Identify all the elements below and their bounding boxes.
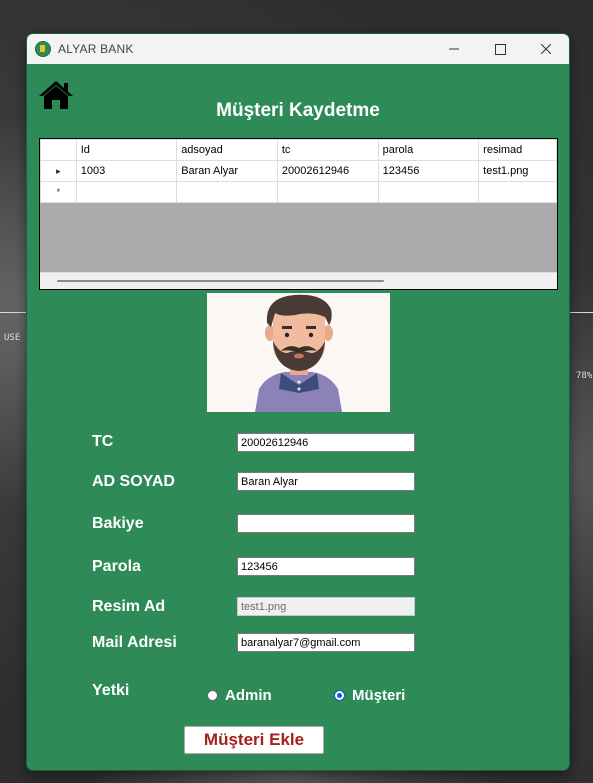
app-window: ALYAR BANK Müşteri Kaydetme Id adsoyad t… xyxy=(27,34,569,770)
column-header-tc[interactable]: tc xyxy=(276,139,379,161)
cell-resimad[interactable]: test1.png xyxy=(478,160,557,182)
bakiye-label: Bakiye xyxy=(92,515,144,532)
customer-data-grid[interactable]: Id adsoyad tc parola resimad ▸ 1003 Bara… xyxy=(39,138,558,290)
mail-field[interactable] xyxy=(237,633,415,652)
desktop-divider-right xyxy=(569,312,593,313)
scrollbar-thumb[interactable] xyxy=(57,280,384,282)
radio-admin-label: Admin xyxy=(225,687,272,704)
parola-label: Parola xyxy=(92,558,141,575)
new-table-row[interactable]: * xyxy=(40,181,557,203)
column-header-resimad[interactable]: resimad xyxy=(478,139,557,161)
close-button[interactable] xyxy=(523,34,569,64)
bank-logo-icon xyxy=(35,41,51,57)
new-cell[interactable] xyxy=(377,181,480,203)
yetki-label: Yetki xyxy=(92,682,130,699)
mail-label: Mail Adresi xyxy=(92,634,177,651)
new-cell[interactable] xyxy=(75,181,178,203)
minimize-icon xyxy=(449,48,459,50)
new-cell[interactable] xyxy=(176,181,278,203)
cell-parola[interactable]: 123456 xyxy=(377,160,480,182)
radio-musteri-label: Müşteri xyxy=(352,687,406,704)
close-icon xyxy=(541,44,551,54)
desktop-text-left: USE xyxy=(4,333,21,343)
customer-avatar-image xyxy=(207,293,390,412)
grid-header-row: Id adsoyad tc parola resimad xyxy=(40,139,557,161)
row-selector-icon[interactable]: ▸ xyxy=(40,160,77,182)
maximize-button[interactable] xyxy=(477,34,523,64)
avatar xyxy=(255,294,342,412)
add-customer-button[interactable]: Müşteri Ekle xyxy=(184,726,324,754)
horizontal-scrollbar[interactable] xyxy=(40,272,557,289)
parola-field[interactable] xyxy=(237,557,415,576)
page-title: Müşteri Kaydetme xyxy=(216,100,380,121)
new-cell[interactable] xyxy=(478,181,557,203)
radio-checked-icon[interactable] xyxy=(334,690,345,701)
resimad-field xyxy=(237,597,415,616)
cell-id[interactable]: 1003 xyxy=(75,160,178,182)
radio-musteri[interactable]: Müşteri xyxy=(334,687,405,704)
column-header-id[interactable]: Id xyxy=(75,139,178,161)
new-cell[interactable] xyxy=(276,181,379,203)
resimad-label: Resim Ad xyxy=(92,598,166,615)
cell-tc[interactable]: 20002612946 xyxy=(276,160,379,182)
title-bar[interactable]: ALYAR BANK xyxy=(27,34,569,64)
grid-corner-header[interactable] xyxy=(40,139,77,161)
adsoyad-field[interactable] xyxy=(237,472,415,491)
bakiye-field[interactable] xyxy=(237,514,415,533)
minimize-button[interactable] xyxy=(431,34,477,64)
window-title: ALYAR BANK xyxy=(58,42,134,56)
radio-unchecked-icon[interactable] xyxy=(207,690,218,701)
column-header-parola[interactable]: parola xyxy=(377,139,480,161)
table-row[interactable]: ▸ 1003 Baran Alyar 20002612946 123456 te… xyxy=(40,160,557,182)
column-header-adsoyad[interactable]: adsoyad xyxy=(176,139,278,161)
radio-admin[interactable]: Admin xyxy=(207,687,272,704)
desktop-divider-left xyxy=(0,312,27,313)
cell-adsoyad[interactable]: Baran Alyar xyxy=(176,160,278,182)
adsoyad-label: AD SOYAD xyxy=(92,473,175,490)
desktop-text-right: 78% xyxy=(576,371,593,381)
tc-label: TC xyxy=(92,433,114,450)
maximize-icon xyxy=(494,43,506,55)
tc-field[interactable] xyxy=(237,433,415,452)
new-row-marker[interactable]: * xyxy=(40,181,77,203)
